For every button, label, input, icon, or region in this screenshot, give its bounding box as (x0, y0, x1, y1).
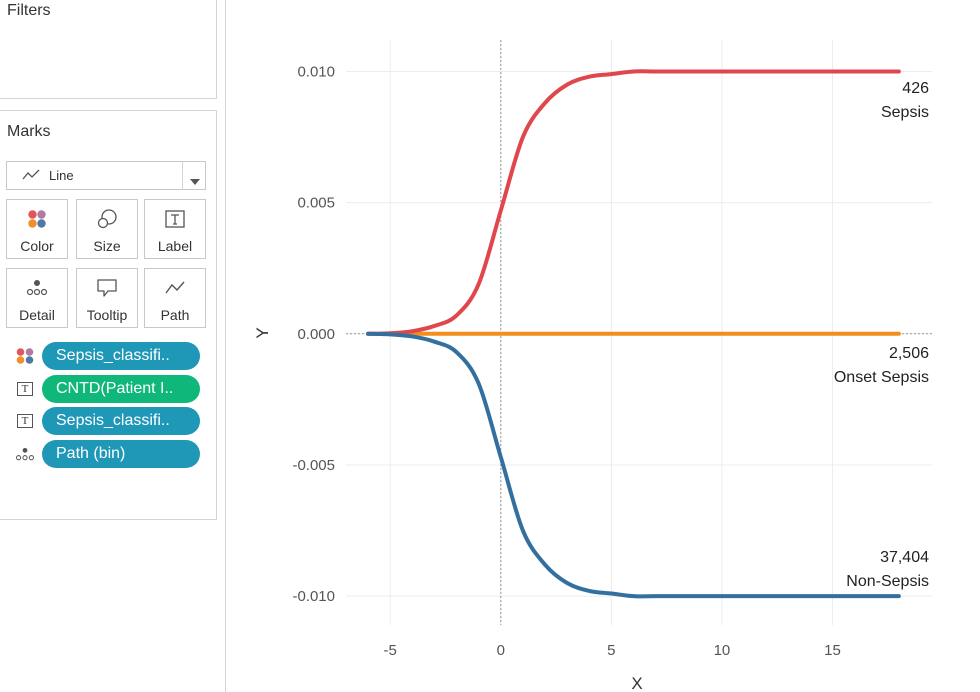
size-button[interactable]: Size (76, 199, 138, 259)
detail-dots-icon (14, 446, 36, 462)
text-label-icon: T (14, 413, 36, 429)
x-tick-label: 0 (497, 642, 505, 659)
series-value-label: 2,506 (889, 345, 929, 362)
label-button-label: Label (157, 238, 193, 254)
count-distinct-field-pill[interactable]: CNTD(Patient I.. (42, 375, 200, 403)
color-button-label: Color (20, 238, 54, 254)
detail-pill-row: Path (bin) (0, 440, 216, 468)
x-tick-label: 15 (824, 642, 841, 659)
path-button[interactable]: Path (144, 268, 206, 328)
series-value-label: 426 (902, 80, 929, 97)
size-button-label: Size (93, 238, 121, 254)
series-value-label: 37,404 (880, 549, 929, 566)
line-chart-icon (22, 168, 40, 187)
x-axis-title: X (631, 674, 642, 692)
filters-shelf[interactable]: Filters (0, 0, 217, 99)
series-name-label: Non-Sepsis (846, 573, 929, 590)
detail-button-label: Detail (19, 307, 55, 323)
y-axis-title: Y (253, 327, 272, 338)
filters-title: Filters (7, 2, 51, 19)
text-label-icon: T (14, 381, 36, 397)
tooltip-button[interactable]: Tooltip (76, 268, 138, 328)
path-field-pill[interactable]: Path (bin) (42, 440, 200, 468)
color-dots-icon (7, 208, 67, 230)
size-circles-icon (77, 208, 137, 230)
line-chart[interactable]: -5 0 5 10 15 0.010 0.005 0.000 -0.005 -0.010 X Y 426… (227, 0, 980, 692)
color-dots-icon (14, 348, 36, 364)
label-button[interactable]: Label (144, 199, 206, 259)
y-tick-label: 0.005 (297, 195, 335, 212)
x-tick-label: 5 (607, 642, 615, 659)
label-field-pill[interactable]: Sepsis_classifi.. (42, 407, 200, 435)
marks-title: Marks (7, 123, 51, 140)
y-tick-label: 0.000 (297, 326, 335, 343)
y-tick-label: 0.010 (297, 63, 335, 80)
y-tick-label: -0.010 (292, 588, 335, 605)
label-pill-row: T Sepsis_classifi.. (0, 407, 216, 435)
dropdown-divider (182, 162, 183, 189)
series-name-label: Sepsis (881, 104, 929, 121)
text-label-icon (145, 208, 205, 230)
mark-type-label: Line (49, 168, 74, 183)
chevron-down-icon[interactable] (189, 173, 201, 191)
color-pill-row: Sepsis_classifi.. (0, 342, 216, 370)
label-pill-row: T CNTD(Patient I.. (0, 375, 216, 403)
left-pane: Filters Marks Line Color Size Label Deta… (0, 0, 226, 692)
series-name-label: Onset Sepsis (834, 369, 929, 386)
color-button[interactable]: Color (6, 199, 68, 259)
mark-type-dropdown[interactable]: Line (6, 161, 206, 190)
path-button-label: Path (160, 307, 190, 323)
detail-button[interactable]: Detail (6, 268, 68, 328)
color-field-pill[interactable]: Sepsis_classifi.. (42, 342, 200, 370)
x-tick-label: 10 (714, 642, 731, 659)
x-tick-label: -5 (384, 642, 397, 659)
y-tick-label: -0.005 (292, 457, 335, 474)
speech-bubble-icon (77, 277, 137, 299)
chart-view[interactable]: -5 0 5 10 15 0.010 0.005 0.000 -0.005 -0.010 X Y 426… (227, 0, 980, 692)
path-line-icon (145, 277, 205, 299)
tooltip-button-label: Tooltip (86, 307, 128, 323)
detail-dots-icon (7, 277, 67, 299)
